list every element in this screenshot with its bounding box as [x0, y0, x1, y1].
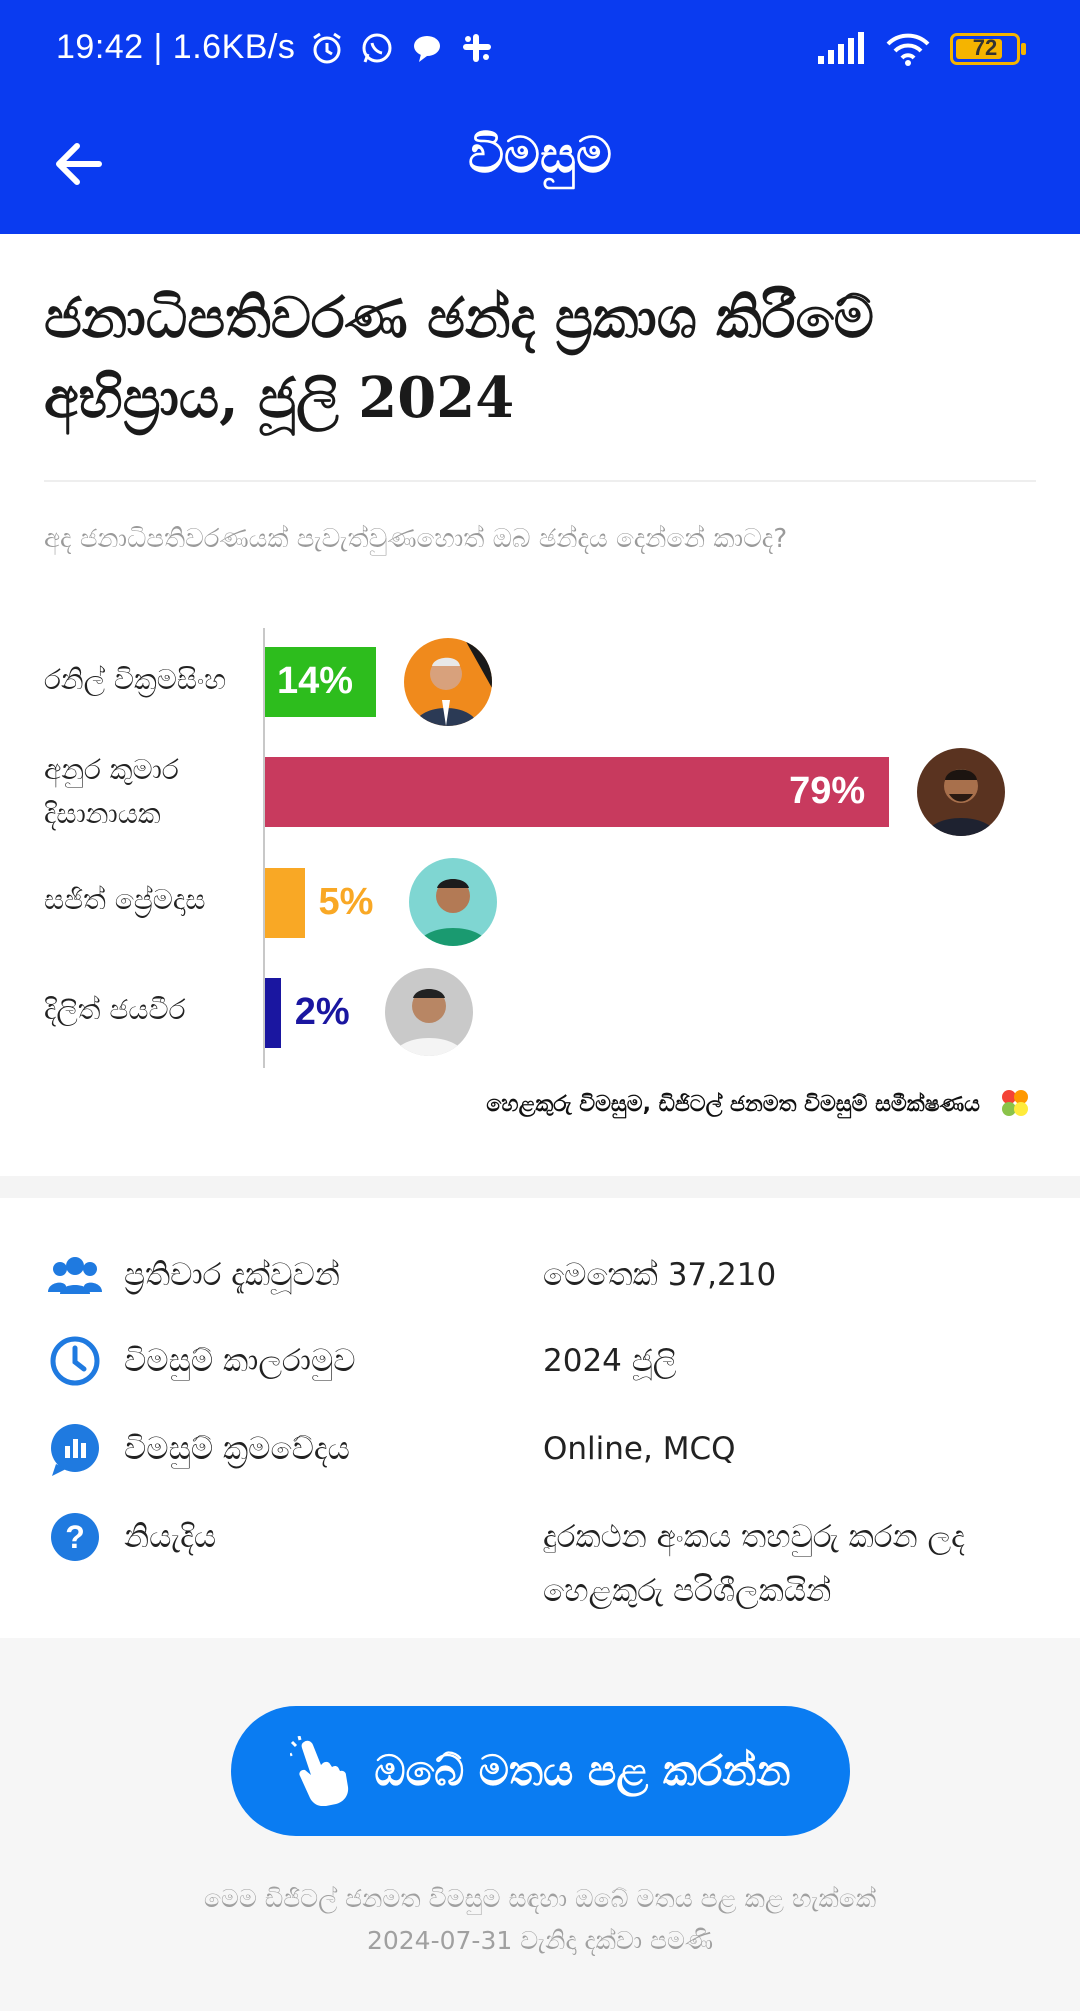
divider — [44, 480, 1036, 482]
bar-candidate-3 — [265, 868, 305, 938]
poll-title: ජනාධිපතිවරණ ඡන්ද ප්‍රකාශ කිරීමේ අභිප්‍රා… — [44, 278, 1044, 438]
candidate-label-3: සජිත් ප්‍රේමදාස — [44, 883, 206, 916]
bar-value-3: 5% — [318, 881, 374, 923]
avatar-candidate-4 — [384, 968, 473, 1056]
candidate-label-4: දිලිත් ජයවීර — [44, 993, 186, 1026]
signal-icon — [818, 32, 864, 64]
status-time: 19:42 | 1.6KB/s — [56, 28, 296, 66]
app-title: විමසුම — [468, 126, 612, 184]
info-label-method: විමසුම් ක්‍රමවේදය — [124, 1431, 350, 1467]
status-bar: 19:42 | 1.6KB/s 72 — [0, 0, 1080, 104]
poll-question: අද ජනාධිපතිවරණයක් පැවැත්වුණහොත් ඔබ ඡන්දය… — [44, 524, 788, 554]
candidate-label-2-line1: අනුර කුමාර — [44, 753, 179, 786]
bar-candidate-4 — [265, 978, 281, 1048]
bar-value-4: 2% — [294, 991, 350, 1033]
candidate-label-1: රනිල් වික්‍රමසිංහ — [44, 663, 227, 696]
battery-icon: 72 — [950, 33, 1026, 65]
alarm-icon — [313, 32, 342, 63]
poll-title-line1: ජනාධිපතිවරණ ඡන්ද ප්‍රකාශ කිරීමේ — [44, 285, 874, 351]
question-icon: ? — [51, 1513, 99, 1561]
avatar-candidate-2 — [917, 748, 1006, 836]
source-attribution: හෙළකුරු විමසුම, ඩිජිටල් ජනමත විමසුම් සමී… — [486, 1092, 980, 1117]
bar-value-2: 79% — [789, 770, 866, 812]
info-label-respondents: ප්‍රතිචාර දැක්වූවන් — [124, 1257, 340, 1293]
info-value-sample-line2: හෙළකුරු පරිශීලකයින් — [543, 1573, 832, 1609]
deadline-note-line1: මෙම ඩිජිටල් ජනමත විමසුම සඳහා ඔබේ මතය පළ … — [203, 1884, 877, 1913]
whatsapp-icon — [362, 33, 392, 63]
battery-level: 72 — [972, 35, 998, 60]
avatar-candidate-1 — [403, 638, 492, 726]
bottom-section: ඔබේ මතය පළ කරන්න මෙම ඩිජිටල් ජනමත විමසුම… — [0, 1638, 1080, 2011]
info-value-timeframe: 2024 ජූලි — [543, 1343, 677, 1379]
info-value-sample-line1: දුරකථන අංකය තහවුරු කරන ලද — [543, 1519, 965, 1555]
info-label-timeframe: විමසුම් කාලරාමුව — [124, 1343, 356, 1379]
wifi-icon — [886, 33, 930, 66]
deadline-note: මෙම ඩිජිටල් ජනමත විමසුම සඳහා ඔබේ මතය පළ … — [0, 1878, 1080, 1962]
slack-icon — [463, 33, 492, 62]
helakuru-logo-icon — [1002, 1090, 1028, 1116]
svg-text:?: ? — [65, 1519, 85, 1555]
poll-results-chart: රනිල් වික්‍රමසිංහ අනුර කුමාර දිසානායක සජ… — [0, 620, 1080, 1117]
clock-icon — [50, 1336, 100, 1386]
info-label-sample: නියැදිය — [124, 1519, 217, 1555]
info-value-sample: දුරකථන අංකය තහවුරු කරන ලද හෙළකුරු පරිශීල… — [543, 1510, 1023, 1618]
avatar-candidate-3 — [408, 858, 497, 946]
poll-title-line2: අභිප්‍රාය, ජූලි 2024 — [44, 365, 515, 431]
section-separator — [0, 1176, 1080, 1198]
chat-bubble-icon — [414, 35, 441, 62]
app-bar: විමසුම — [0, 104, 1080, 234]
top-bar: 19:42 | 1.6KB/s 72 විමසුම — [0, 0, 1080, 234]
submit-opinion-label: ඔබේ මතය පළ කරන්න — [374, 1746, 791, 1795]
chart-bubble-icon — [51, 1424, 99, 1476]
info-value-method: Online, MCQ — [543, 1431, 736, 1467]
deadline-note-line2: 2024-07-31 වැනිදා දක්වා පමණි — [366, 1926, 714, 1955]
bar-value-1: 14% — [277, 660, 354, 702]
hand-pointer-icon — [290, 1736, 349, 1806]
candidate-label-2-line2: දිසානායක — [44, 797, 161, 830]
submit-opinion-button[interactable]: ඔබේ මතය පළ කරන්න — [231, 1706, 850, 1836]
people-icon — [48, 1257, 102, 1294]
candidate-label-2: අනුර කුමාර දිසානායක — [44, 748, 254, 836]
info-value-respondents: මෙතෙක් 37,210 — [543, 1257, 777, 1293]
